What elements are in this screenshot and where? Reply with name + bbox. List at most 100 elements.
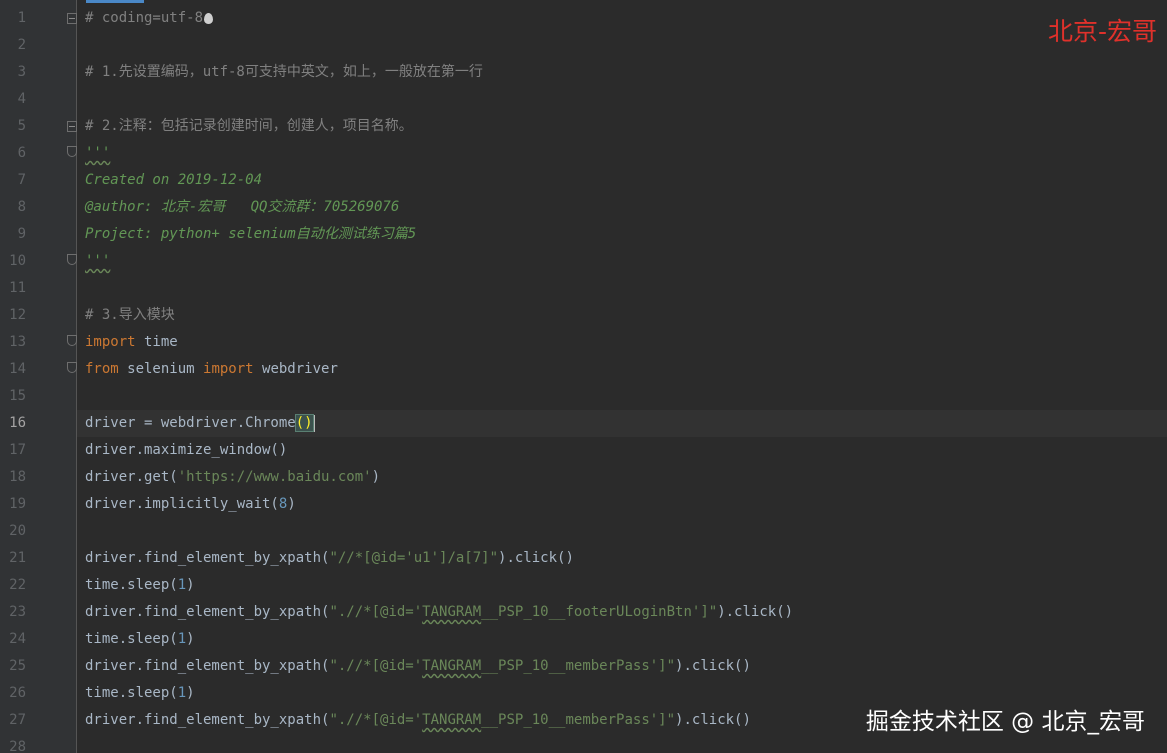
code-text: driver = webdriver.Chrome [85, 415, 296, 431]
docstring-delimiter: ''' [85, 253, 111, 269]
string: ".//*[@id=' [329, 712, 423, 728]
line-number: 10 [9, 253, 26, 269]
line-number: 25 [9, 658, 26, 674]
code-line-23[interactable]: driver.find_element_by_xpath(".//*[@id='… [85, 599, 1167, 626]
code-text: ) [371, 469, 381, 485]
code-text: driver.find_element_by_xpath( [85, 658, 330, 674]
code-text: driver.find_element_by_xpath( [85, 550, 330, 566]
code-line-6[interactable]: ''' [85, 140, 1167, 167]
number: 1 [177, 577, 187, 593]
fold-icon[interactable] [67, 13, 77, 24]
line-number: 15 [9, 388, 26, 404]
code-text: time [135, 334, 178, 350]
line-number: 8 [17, 199, 26, 215]
code-line-3[interactable]: # 1.先设置编码，utf-8可支持中英文，如上，一般放在第一行 [85, 59, 1167, 86]
code-line-7[interactable]: Created on 2019-12-04 [85, 167, 1167, 194]
code-line-18[interactable]: driver.get('https://www.baidu.com') [85, 464, 1167, 491]
line-number-gutter[interactable]: 1 2 3 4 5 6 7 8 9 10 11 12 13 14 15 16 1… [0, 0, 77, 753]
number: 1 [177, 631, 187, 647]
code-line-9[interactable]: Project: python+ selenium自动化测试练习篇5 [85, 221, 1167, 248]
string: __PSP_10__memberPass']" [481, 658, 676, 674]
code-line-12[interactable]: # 3.导入模块 [85, 302, 1167, 329]
line-number: 18 [9, 469, 26, 485]
line-number: 12 [9, 307, 26, 323]
drop-icon [204, 12, 214, 24]
code-text: selenium [118, 361, 204, 377]
code-text: time.sleep( [85, 577, 178, 593]
comment: # 1.先设置编码，utf-8可支持中英文，如上，一般放在第一行 [85, 64, 483, 80]
code-text: ) [186, 577, 195, 593]
line-number: 26 [9, 685, 26, 701]
line-number: 9 [17, 226, 26, 242]
string-typo: TANGRAM [422, 658, 482, 674]
string: 'https://www.baidu.com' [177, 469, 372, 485]
code-line-25[interactable]: driver.find_element_by_xpath(".//*[@id='… [85, 653, 1167, 680]
code-text: time.sleep( [85, 631, 178, 647]
line-number: 3 [17, 64, 26, 80]
fold-icon[interactable] [67, 335, 77, 346]
comment: # 2.注释：包括记录创建时间，创建人，项目名称。 [85, 118, 413, 134]
code-line-22[interactable]: time.sleep(1) [85, 572, 1167, 599]
line-number: 19 [9, 496, 26, 512]
watermark-site: 掘金技术社区 @ 北京_宏哥 [865, 709, 1145, 735]
code-text: driver.maximize_window() [85, 442, 288, 458]
line-number: 4 [17, 91, 26, 107]
line-number: 13 [9, 334, 26, 350]
code-text: ) [186, 685, 195, 701]
code-text: ).click() [717, 604, 794, 620]
line-number: 20 [9, 523, 26, 539]
code-line-10[interactable]: ''' [85, 248, 1167, 275]
code-text: ) [186, 631, 195, 647]
string: __PSP_10__footerULoginBtn']" [481, 604, 718, 620]
code-text: ).click() [675, 712, 751, 728]
fold-icon[interactable] [67, 121, 77, 132]
fold-icon[interactable] [67, 146, 77, 157]
line-number: 5 [17, 118, 26, 134]
comment: # 3.导入模块 [85, 307, 175, 323]
line-number: 6 [17, 145, 26, 161]
watermark-author: 北京-宏哥 [1047, 17, 1157, 46]
line-number: 7 [17, 172, 26, 188]
code-text: driver.implicitly_wait( [85, 496, 279, 512]
string-typo: TANGRAM [422, 712, 482, 728]
line-number: 22 [9, 577, 26, 593]
string: __PSP_10__memberPass']" [481, 712, 676, 728]
code-line-1[interactable]: # coding=utf-8 [85, 5, 1167, 32]
code-line-13[interactable]: import time [85, 329, 1167, 356]
keyword: import [203, 361, 254, 377]
string: ".//*[@id=' [329, 604, 423, 620]
code-text: ).click() [498, 550, 574, 566]
code-text: driver.find_element_by_xpath( [85, 604, 330, 620]
code-line-21[interactable]: driver.find_element_by_xpath("//*[@id='u… [85, 545, 1167, 572]
code-text: driver.get( [85, 469, 178, 485]
code-line-8[interactable]: @author: 北京-宏哥 QQ交流群：705269076 [85, 194, 1167, 221]
code-text: time.sleep( [85, 685, 178, 701]
code-text: driver.find_element_by_xpath( [85, 712, 330, 728]
line-number: 11 [9, 280, 26, 296]
comment: # coding=utf-8 [85, 10, 204, 26]
line-number-current: 16 [9, 415, 26, 431]
fold-icon[interactable] [67, 254, 77, 265]
string: ".//*[@id=' [329, 658, 423, 674]
code-line-14[interactable]: from selenium import webdriver [85, 356, 1167, 383]
line-number: 2 [17, 37, 26, 53]
code-line-24[interactable]: time.sleep(1) [85, 626, 1167, 653]
code-line-16[interactable]: driver = webdriver.Chrome() [85, 410, 1167, 437]
string: "//*[@id='u1']/a[7]" [329, 550, 499, 566]
number: 1 [177, 685, 187, 701]
line-number: 21 [9, 550, 26, 566]
code-editor[interactable]: 1 2 3 4 5 6 7 8 9 10 11 12 13 14 15 16 1… [0, 0, 1167, 753]
line-number: 28 [9, 739, 26, 753]
code-text: ).click() [675, 658, 751, 674]
fold-icon[interactable] [67, 362, 77, 373]
code-text: webdriver [253, 361, 338, 377]
code-line-17[interactable]: driver.maximize_window() [85, 437, 1167, 464]
code-line-19[interactable]: driver.implicitly_wait(8) [85, 491, 1167, 518]
code-line-5[interactable]: # 2.注释：包括记录创建时间，创建人，项目名称。 [85, 113, 1167, 140]
matched-parens: () [294, 414, 314, 432]
active-tab-indicator [86, 0, 144, 3]
line-number: 14 [9, 361, 26, 377]
line-number: 23 [9, 604, 26, 620]
keyword: from [85, 361, 119, 377]
code-text: ) [287, 496, 296, 512]
